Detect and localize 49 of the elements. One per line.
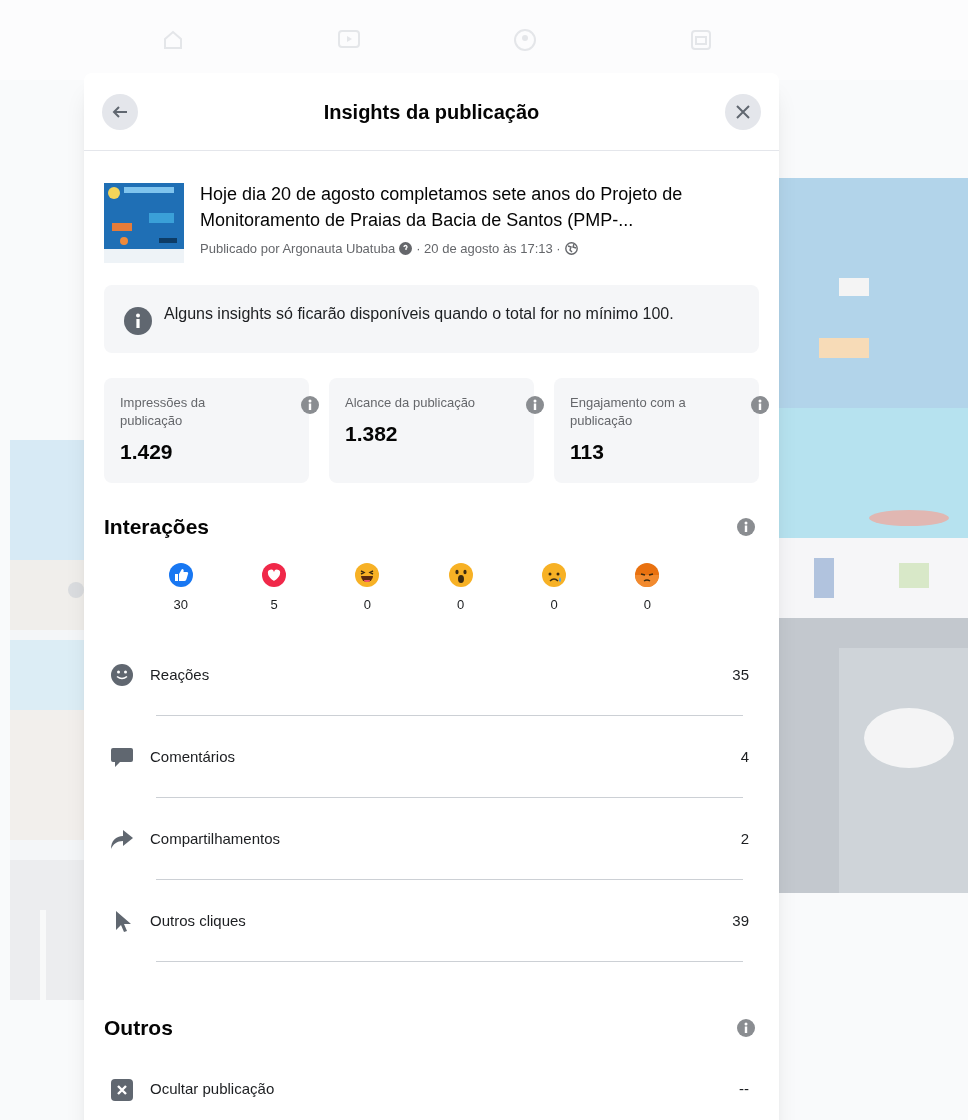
metric-label: Alcance da publicação xyxy=(345,394,477,412)
row-label: Reações xyxy=(150,664,210,685)
row-value: -- xyxy=(739,1079,749,1100)
info-icon[interactable] xyxy=(526,396,544,414)
reaction-count: 0 xyxy=(363,595,371,614)
reaction-count: 30 xyxy=(173,595,188,614)
dialog-title: Insights da publicação xyxy=(323,99,540,125)
surprised-face-icon xyxy=(448,562,473,587)
metric-value: 113 xyxy=(570,439,605,465)
row-value: 4 xyxy=(740,746,749,767)
info-icon[interactable] xyxy=(737,1018,755,1037)
section-heading: Interações xyxy=(104,514,210,540)
close-button[interactable] xyxy=(725,93,761,130)
row-label: Comentários xyxy=(150,746,236,767)
info-icon[interactable] xyxy=(751,396,769,414)
angry-face-icon xyxy=(635,562,660,587)
help-icon xyxy=(399,242,413,256)
post-text: Hoje dia 20 de agosto completamos sete anos do Projeto de Monitoramento de Praias da Bacia de Santos (PMP-... xyxy=(200,183,684,232)
row-label: Outros cliques xyxy=(150,910,246,931)
reaction-count: 5 xyxy=(270,595,278,614)
speech-bubble-icon xyxy=(110,745,134,769)
info-icon xyxy=(124,307,152,335)
metric-label: Impressões da publicação xyxy=(120,394,207,430)
post-author: Publicado por Argonauta Ubatuba xyxy=(200,240,396,258)
reaction-count: 0 xyxy=(457,595,465,614)
crying-face-icon xyxy=(542,562,566,587)
row-label: Ocultar publicação xyxy=(150,1079,275,1100)
close-icon xyxy=(735,103,751,120)
post-date: · 20 de agosto às 17:13 · xyxy=(416,240,561,258)
row-label: Compartilhamentos xyxy=(150,828,281,849)
metric-value: 1.382 xyxy=(345,421,399,447)
smiley-icon xyxy=(110,663,134,687)
row-value: 2 xyxy=(740,828,749,849)
globe-icon xyxy=(564,242,578,256)
like-icon xyxy=(168,562,193,587)
info-icon[interactable] xyxy=(737,517,755,536)
row-value: 39 xyxy=(732,910,749,931)
share-arrow-icon xyxy=(110,827,134,851)
section-heading: Outros xyxy=(104,1015,173,1041)
reaction-count: 0 xyxy=(550,595,558,614)
reaction-count: 0 xyxy=(643,595,651,614)
close-square-icon xyxy=(110,1077,134,1102)
laughing-face-icon xyxy=(355,562,380,587)
row-value: 35 xyxy=(732,664,749,685)
back-button[interactable] xyxy=(102,93,138,130)
notice-text: Alguns insights só ficarão disponíveis quando o total for no mínimo 100. xyxy=(164,304,675,324)
metric-value: 1.429 xyxy=(120,439,174,465)
metric-label: Engajamento com a publicação xyxy=(570,394,687,430)
info-icon[interactable] xyxy=(301,396,319,414)
